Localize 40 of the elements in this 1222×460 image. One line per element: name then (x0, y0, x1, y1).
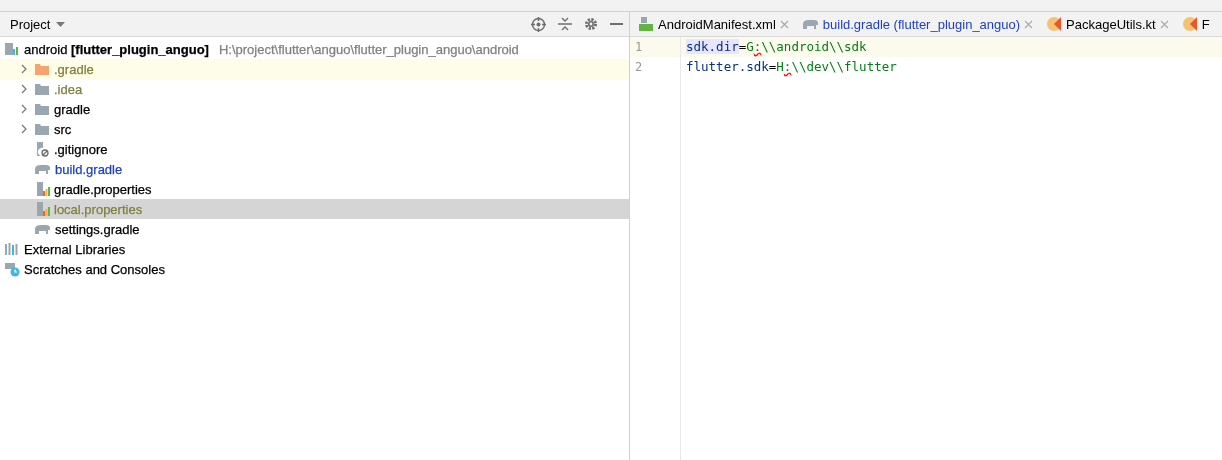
tree-item[interactable]: .gradle (0, 59, 629, 79)
ignored-file-icon (34, 141, 50, 157)
properties-file-icon (34, 181, 50, 197)
line-number: 2 (634, 59, 644, 76)
kotlin-class-icon (1046, 16, 1063, 32)
locate-icon[interactable] (531, 16, 546, 32)
tree-item[interactable]: .idea (0, 79, 629, 99)
dropdown-icon[interactable] (56, 21, 66, 27)
elephant-icon (801, 18, 819, 30)
settings-icon[interactable] (584, 17, 598, 31)
tree-item[interactable]: gradle.properties (0, 179, 629, 199)
module-icon (4, 42, 20, 56)
folder-icon (34, 82, 50, 96)
scratches-icon (4, 261, 20, 277)
editor-tab[interactable]: AndroidManifest.xml (630, 12, 794, 36)
tree-item[interactable]: External Libraries (0, 239, 629, 259)
tree-item[interactable]: android [flutter_plugin_anguo] H:\project\flutter\anguo\flutter_plugin_anguo\android (0, 39, 629, 59)
line-number: 1 (630, 37, 680, 57)
editor-tab[interactable]: PackageUtils.kt (1038, 12, 1174, 36)
tree-item[interactable]: settings.gradle (0, 219, 629, 239)
kotlin-class-icon (1181, 16, 1198, 32)
tree-item[interactable]: build.gradle (0, 159, 629, 179)
folder-icon (34, 102, 50, 116)
manifest-file-icon (638, 16, 654, 32)
tree-item[interactable]: Scratches and Consoles (0, 259, 629, 279)
editor-tab[interactable]: F (1173, 12, 1215, 36)
elephant-icon (34, 163, 51, 175)
tree-item[interactable]: .gitignore (0, 139, 629, 159)
code-line: sdk.dir=G:\\android\\sdk (686, 39, 867, 54)
elephant-icon (34, 223, 51, 235)
code-line: flutter.sdk=H:\\dev\\flutter (686, 59, 897, 74)
tree-item[interactable]: gradle (0, 99, 629, 119)
libraries-icon (4, 242, 20, 256)
tree-item[interactable]: src (0, 119, 629, 139)
folder-icon (34, 62, 50, 76)
editor-tab[interactable]: build.gradle (flutter_plugin_anguo) (793, 12, 1039, 36)
properties-file-icon (34, 201, 50, 217)
collapse-icon[interactable] (558, 17, 572, 31)
folder-icon (34, 122, 50, 136)
panel-title[interactable]: Project (10, 16, 51, 32)
